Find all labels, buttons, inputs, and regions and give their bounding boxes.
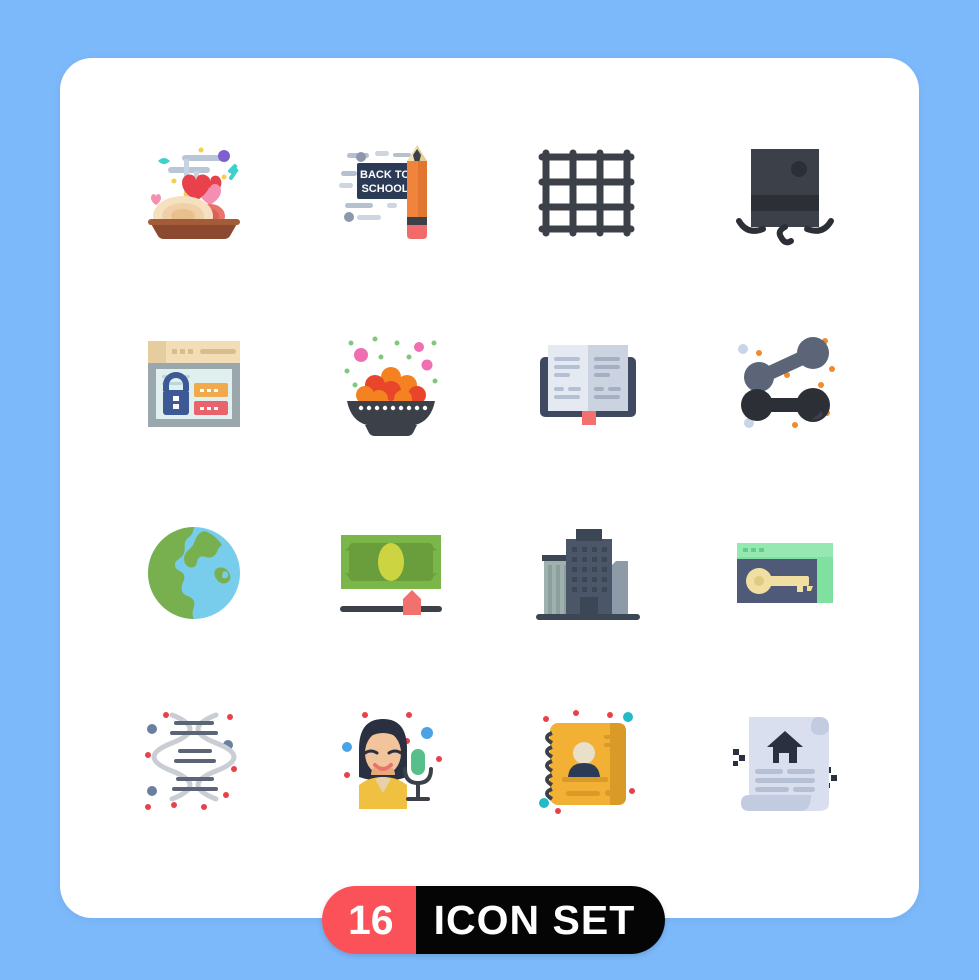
budget-money-slider-icon	[340, 535, 443, 615]
icon-grid: BACK TO SCHOOL	[60, 58, 919, 858]
address-book-contacts-icon	[538, 710, 635, 814]
icon-cell-grid[interactable]	[490, 98, 687, 288]
icon-cell-romantic-dinner[interactable]	[96, 98, 293, 288]
back-to-school-pencil-icon: BACK TO SCHOOL	[339, 145, 428, 239]
icon-cell-open-book[interactable]	[490, 288, 687, 478]
icon-cell-property-document[interactable]	[686, 668, 883, 858]
icon-cell-web-security[interactable]	[96, 288, 293, 478]
icon-cell-reporter[interactable]	[293, 668, 490, 858]
icon-cell-top-hat[interactable]	[686, 98, 883, 288]
female-reporter-mic-icon	[342, 712, 443, 809]
browser-password-security-icon	[148, 341, 241, 427]
icon-cell-budget[interactable]	[293, 478, 490, 668]
share-network-icon	[737, 337, 835, 428]
icon-cell-globe[interactable]	[96, 478, 293, 668]
office-buildings-icon	[535, 529, 640, 620]
icon-set-page: BACK TO SCHOOL 16 ICON SET	[0, 0, 979, 980]
icon-cell-office-building[interactable]	[490, 478, 687, 668]
icon-set-banner: 16 ICON SET	[322, 886, 666, 954]
icon-cell-back-to-school[interactable]: BACK TO SCHOOL	[293, 98, 490, 288]
icon-cell-access-key[interactable]	[686, 478, 883, 668]
icon-cell-sweets-bowl[interactable]	[293, 288, 490, 478]
open-book-icon	[539, 345, 636, 425]
icon-set-label: ICON SET	[415, 886, 666, 954]
svg-text:SCHOOL: SCHOOL	[362, 183, 409, 195]
grid-layout-icon	[538, 149, 635, 237]
property-deed-document-icon	[732, 717, 837, 811]
romantic-dinner-icon	[148, 147, 241, 239]
dna-helix-icon	[145, 712, 238, 810]
icon-cell-dna[interactable]	[96, 668, 293, 858]
icon-count-badge: 16	[322, 886, 416, 954]
icon-cell-address-book[interactable]	[490, 668, 687, 858]
icon-cell-share[interactable]	[686, 288, 883, 478]
sweets-bowl-laddu-icon	[344, 336, 438, 436]
top-hat-mustache-icon	[735, 149, 834, 246]
browser-key-access-icon	[736, 543, 833, 603]
globe-earth-icon	[148, 527, 241, 619]
svg-text:BACK TO: BACK TO	[360, 169, 410, 181]
